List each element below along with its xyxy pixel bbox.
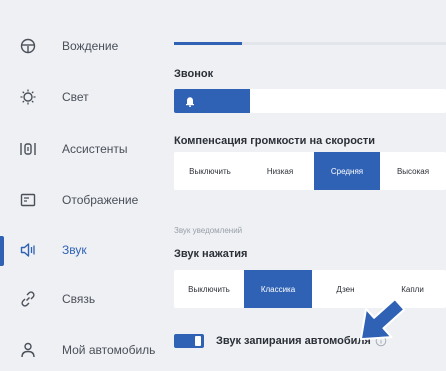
- sidebar-item-label: Вождение: [62, 39, 119, 53]
- display-icon: [19, 191, 37, 209]
- light-bulb-icon: [19, 88, 37, 106]
- speed-compensation-title: Компенсация громкости на скорости: [174, 135, 376, 147]
- lock-sound-label: Звук запирания автомобиля: [216, 335, 371, 347]
- tap-sound-option-off[interactable]: Выключить: [174, 270, 244, 308]
- speed-compensation-option-medium[interactable]: Средняя: [314, 152, 380, 190]
- scroll-progress-fill: [174, 42, 242, 45]
- sidebar-item-connection[interactable]: Связь: [0, 281, 162, 317]
- ringtone-volume-slider[interactable]: [174, 89, 446, 113]
- assist-icon: [19, 140, 37, 158]
- sidebar-item-display[interactable]: Отображение: [0, 182, 162, 218]
- sidebar-item-label: Связь: [62, 292, 96, 306]
- speed-compensation-option-high[interactable]: Высокая: [380, 152, 446, 190]
- steering-wheel-icon: [19, 37, 37, 55]
- toggle-knob: [195, 336, 201, 346]
- notification-sound-subtitle: Звук уведомлений: [174, 226, 243, 235]
- sidebar-item-driving[interactable]: Вождение: [0, 28, 162, 64]
- scroll-progress: [174, 42, 446, 45]
- sidebar-item-label: Свет: [62, 90, 89, 104]
- sidebar-item-my-car[interactable]: Мой автомобиль: [0, 332, 162, 368]
- link-icon: [19, 290, 37, 308]
- sidebar-item-light[interactable]: Свет: [0, 79, 162, 115]
- sidebar-item-label: Звук: [62, 243, 87, 257]
- tap-sound-title: Звук нажатия: [174, 248, 248, 260]
- lock-sound-toggle[interactable]: [174, 334, 204, 348]
- tap-sound-option-classic[interactable]: Классика: [244, 270, 312, 308]
- speaker-icon: [19, 241, 37, 259]
- pointer-arrow-icon: [350, 292, 412, 350]
- sidebar-item-assistants[interactable]: Ассистенты: [0, 131, 162, 167]
- speed-compensation-option-low[interactable]: Низкая: [246, 152, 314, 190]
- speed-compensation-selector: Выключить Низкая Средняя Высокая: [174, 152, 446, 190]
- bell-icon: [183, 94, 197, 108]
- settings-sidebar: Вождение Свет Ассистенты Отображение Зву…: [0, 0, 162, 371]
- user-icon: [19, 341, 37, 359]
- sidebar-item-label: Отображение: [62, 193, 139, 207]
- sidebar-item-sound[interactable]: Звук: [0, 232, 162, 268]
- sidebar-item-label: Ассистенты: [62, 142, 128, 156]
- ringtone-title: Звонок: [174, 68, 214, 80]
- sidebar-item-label: Мой автомобиль: [62, 343, 156, 357]
- speed-compensation-option-off[interactable]: Выключить: [174, 152, 246, 190]
